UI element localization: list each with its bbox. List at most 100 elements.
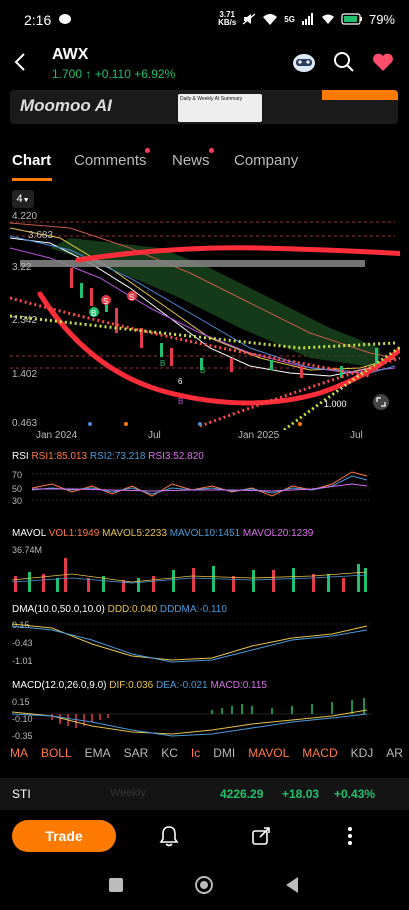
volume-chart — [12, 558, 368, 592]
chart-marker: 6 — [178, 377, 183, 386]
chart-marker: B — [160, 359, 165, 368]
battery-icon — [341, 13, 362, 25]
vol1-value: VOL1:1949 — [48, 528, 100, 539]
status-time: 2:16 — [24, 12, 52, 28]
ind-tab-boll[interactable]: BOLL — [41, 746, 72, 760]
period-selector[interactable]: 4▼ — [12, 190, 34, 208]
back-nav-icon[interactable] — [284, 876, 300, 894]
mavol-label: MAVOL — [12, 528, 46, 539]
chart-marker: B — [91, 309, 96, 318]
rsi1-value: RSI1:85.013 — [31, 451, 88, 462]
chart-marker: B — [200, 366, 205, 375]
index-value: 4226.29 — [220, 787, 264, 801]
ind-tab-ar[interactable]: AR — [386, 746, 403, 760]
mavol-header: MAVOL VOL1:1949 MAVOL5:2233 MAVOL10:1451… — [12, 528, 313, 539]
notification-dot — [209, 148, 214, 153]
recents-icon[interactable] — [108, 877, 124, 893]
home-icon[interactable] — [194, 875, 214, 895]
rsi-chart — [31, 471, 372, 501]
dea-value: DEA:-0.021 — [155, 680, 208, 691]
macd-header: MACD(12.0,26.0,9.0) DIF:0.036 DEA:-0.021… — [12, 680, 267, 691]
message-icon — [59, 14, 71, 24]
chart-marker: S — [103, 297, 108, 306]
price-change: +0.110 — [94, 67, 131, 81]
dif-value: DIF:0.036 — [109, 680, 154, 691]
ind-tab-kdj[interactable]: KDJ — [351, 746, 374, 760]
tab-news[interactable]: News — [172, 148, 234, 169]
tab-news-label: News — [172, 152, 210, 169]
ind-tab-kc[interactable]: KC — [161, 746, 178, 760]
promo-banner[interactable]: Moomoo AI Daily & Weekly AI Summary — [10, 90, 398, 124]
share-icon[interactable] — [250, 825, 272, 847]
wifi-strength-icon — [321, 14, 334, 24]
notification-dot — [145, 148, 150, 153]
rsi-header: RSI RSI1:85.013 RSI2:73.218 RSI3:52.820 — [12, 451, 204, 462]
mavol10-value: MAVOL10:1451 — [169, 528, 241, 539]
indicator-tabs: MA BOLL EMA SAR KC Ic DMI MAVOL MACD KDJ… — [10, 746, 409, 760]
ind-tab-ma[interactable]: MA — [10, 746, 28, 760]
last-price: 1.700 — [52, 67, 83, 81]
ind-tab-ic[interactable]: Ic — [191, 746, 200, 760]
index-change: +18.03 — [282, 787, 320, 801]
signal-icon — [301, 13, 313, 25]
rsi-label: RSI — [12, 451, 29, 462]
macd-label: MACD(12.0,26.0,9.0) — [12, 680, 107, 691]
ind-tab-mavol[interactable]: MAVOL — [248, 746, 289, 760]
trade-button[interactable]: Trade — [12, 820, 116, 852]
dma-header: DMA(10.0,50.0,10.0) DDD:0.040 DDDMA:-0.1… — [12, 604, 227, 615]
ind-tab-macd[interactable]: MACD — [302, 746, 337, 760]
mascot-icon[interactable] — [291, 50, 317, 74]
net-unit: KB/s — [218, 18, 237, 27]
banner-title: Moomoo AI — [20, 96, 112, 115]
date-tick: Jul — [148, 430, 161, 441]
ind-tab-ema[interactable]: EMA — [85, 746, 111, 760]
system-nav-bar — [0, 862, 409, 910]
rsi3-value: RSI3:52.820 — [148, 451, 204, 462]
mavol20-value: MAVOL20:1239 — [242, 528, 314, 539]
ind-tab-sar[interactable]: SAR — [124, 746, 149, 760]
rsi2-value: RSI2:73.218 — [89, 451, 146, 462]
date-tick: Jan 2024 — [36, 430, 78, 441]
date-tick: Jan 2025 — [238, 430, 280, 441]
tab-comments-label: Comments — [74, 152, 147, 169]
price-tick: 1.402 — [12, 369, 38, 380]
favorite-heart-icon[interactable] — [371, 51, 395, 73]
price-alert-icon[interactable] — [158, 824, 180, 848]
back-arrow-icon[interactable] — [10, 50, 30, 74]
price-tick: 0.463 — [12, 418, 38, 429]
status-bar: 2:16 3.71 KB/s 5G 79% — [0, 0, 409, 40]
chevron-down-icon: ▼ — [22, 197, 30, 204]
price-tick: 3.22 — [12, 262, 32, 273]
price-tick: 3.683 — [28, 230, 54, 241]
ind-tab-dmi[interactable]: DMI — [213, 746, 235, 760]
battery-level: 79% — [368, 11, 395, 27]
index-change-pct: +0.43% — [334, 787, 376, 801]
dma-chart — [12, 623, 372, 663]
fullscreen-icon[interactable] — [372, 393, 390, 411]
banner-card-title: Daily & Weekly AI Summary — [180, 96, 243, 102]
wifi-icon — [263, 14, 278, 25]
faded-label: Weekly — [110, 787, 146, 799]
price-change-pct: +6.92% — [134, 67, 176, 81]
macd-chart — [12, 698, 372, 737]
dddma-value: DDDMA:-0.110 — [159, 604, 227, 615]
tab-chart[interactable]: Chart — [12, 152, 74, 169]
more-options-icon[interactable] — [344, 825, 356, 847]
index-name: STI — [12, 787, 31, 801]
price-line: 1.700 ↑ +0.110 +6.92% — [52, 67, 175, 81]
dma-label: DMA(10.0,50.0,10.0) — [12, 604, 105, 615]
banner-button[interactable] — [322, 90, 398, 100]
active-tab-indicator — [12, 178, 52, 181]
signal-type: 5G — [284, 14, 295, 24]
tab-company[interactable]: Company — [234, 152, 298, 169]
chart-marker: B — [178, 397, 183, 406]
price-tick: 2.342 — [12, 315, 38, 326]
search-icon[interactable] — [333, 51, 355, 73]
tab-comments[interactable]: Comments — [74, 148, 172, 169]
up-arrow-icon: ↑ — [85, 67, 92, 81]
index-ticker-bar[interactable]: STI Weekly 4226.29 +18.03 +0.43% — [0, 778, 409, 810]
ddd-value: DDD:0.040 — [107, 604, 158, 615]
price-chart[interactable]: B S S B B B 6 1.000 — [10, 208, 400, 430]
chart-marker: S — [129, 293, 134, 302]
header-actions — [291, 50, 395, 74]
